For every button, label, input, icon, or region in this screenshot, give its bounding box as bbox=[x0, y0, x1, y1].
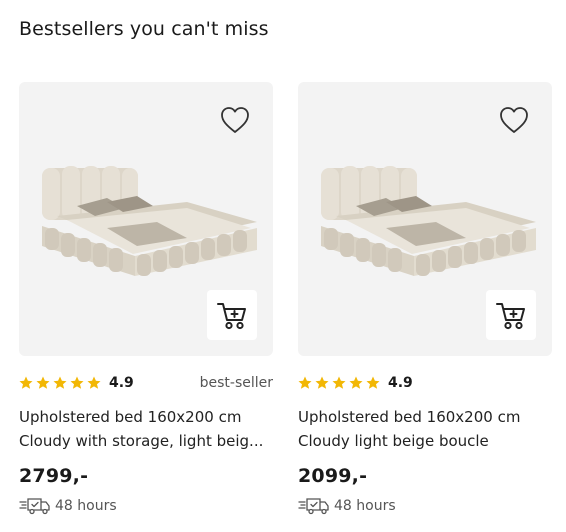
product-image bbox=[42, 166, 257, 276]
truck-icon bbox=[19, 498, 50, 515]
product-image-box[interactable] bbox=[19, 82, 273, 356]
delivery-time: 48 hours bbox=[55, 498, 117, 514]
star-icon bbox=[315, 376, 329, 389]
product-name-line1: Upholstered bed 160x200 cm bbox=[298, 408, 521, 426]
star-icon bbox=[366, 376, 380, 389]
truck-icon bbox=[298, 498, 329, 515]
best-seller-badge: best-seller bbox=[199, 375, 273, 391]
star-icon bbox=[332, 376, 346, 389]
star-icon bbox=[349, 376, 363, 389]
section-title: Bestsellers you can't miss bbox=[19, 18, 269, 40]
star-icon bbox=[36, 376, 50, 389]
star-icon bbox=[298, 376, 312, 389]
product-card[interactable]: 4.9 best-seller Upholstered bed 160x200 … bbox=[19, 82, 273, 515]
delivery-info: 48 hours bbox=[298, 497, 552, 515]
rating-row: 4.9 bbox=[298, 372, 552, 394]
heart-icon bbox=[221, 107, 249, 133]
star-icon bbox=[19, 376, 33, 389]
product-name-line2: Cloudy with storage, light beig... bbox=[19, 432, 264, 450]
product-name-line1: Upholstered bed 160x200 cm bbox=[19, 408, 242, 426]
delivery-time: 48 hours bbox=[334, 498, 396, 514]
product-name[interactable]: Upholstered bed 160x200 cm Cloudy with s… bbox=[19, 405, 273, 453]
rating-value: 4.9 bbox=[109, 375, 134, 391]
add-to-cart-button[interactable] bbox=[486, 290, 536, 340]
product-card[interactable]: 4.9 Upholstered bed 160x200 cm Cloudy li… bbox=[298, 82, 552, 515]
heart-icon bbox=[500, 107, 528, 133]
wishlist-button[interactable] bbox=[219, 104, 251, 136]
wishlist-button[interactable] bbox=[498, 104, 530, 136]
star-icon bbox=[53, 376, 67, 389]
add-to-cart-icon bbox=[217, 303, 246, 330]
star-icon bbox=[70, 376, 84, 389]
star-icon bbox=[87, 376, 101, 389]
add-to-cart-button[interactable] bbox=[207, 290, 257, 340]
rating-row: 4.9 best-seller bbox=[19, 372, 273, 394]
product-image bbox=[321, 166, 536, 276]
star-rating bbox=[298, 376, 380, 390]
rating-value: 4.9 bbox=[388, 375, 413, 391]
product-price: 2799,- bbox=[19, 465, 89, 487]
product-name[interactable]: Upholstered bed 160x200 cm Cloudy light … bbox=[298, 405, 552, 453]
star-rating bbox=[19, 376, 101, 390]
product-name-line2: Cloudy light beige boucle bbox=[298, 432, 489, 450]
product-price: 2099,- bbox=[298, 465, 368, 487]
delivery-info: 48 hours bbox=[19, 497, 273, 515]
product-image-box[interactable] bbox=[298, 82, 552, 356]
add-to-cart-icon bbox=[496, 303, 525, 330]
